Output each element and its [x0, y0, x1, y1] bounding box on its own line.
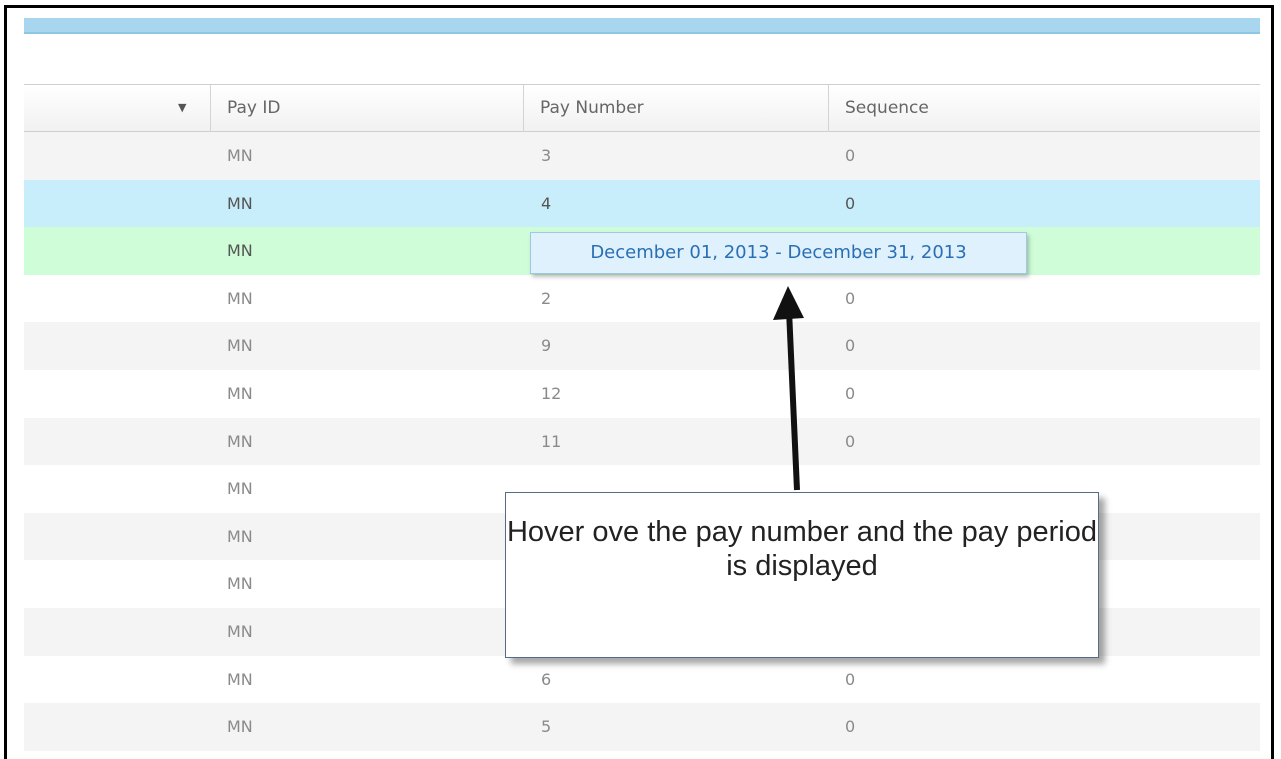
sort-down-icon[interactable]: ▼: [178, 85, 186, 131]
sequence-cell: 0: [845, 288, 856, 308]
pay-number-cell[interactable]: 5: [541, 703, 551, 750]
pay-period-tooltip: December 01, 2013 - December 31, 2013: [530, 232, 1027, 274]
table-row[interactable]: MN 11 0: [24, 417, 1260, 466]
pay-id-cell: MN: [227, 669, 253, 689]
pay-number-cell[interactable]: 2: [541, 275, 551, 322]
pay-number-cell[interactable]: 11: [541, 418, 561, 465]
table-row[interactable]: MN 6 0: [24, 656, 1260, 704]
top-toolbar-bar: [24, 18, 1260, 34]
pay-id-cell: MN: [227, 574, 253, 594]
sequence-cell: 0: [845, 717, 856, 737]
arrow-head: [773, 286, 804, 320]
sequence-cell: 0: [845, 336, 856, 356]
column-header-pay-id[interactable]: Pay ID: [210, 85, 523, 132]
pay-id-cell: MN: [227, 431, 253, 451]
pay-number-cell[interactable]: 6: [541, 656, 551, 703]
sequence-cell: 0: [845, 669, 856, 689]
table-row[interactable]: MN 3 0: [24, 132, 1260, 180]
sequence-cell: 0: [845, 193, 856, 213]
pay-id-cell: MN: [227, 288, 253, 308]
sequence-cell: 0: [845, 383, 856, 403]
column-header-sequence[interactable]: Sequence: [828, 85, 1260, 132]
pay-number-cell[interactable]: 9: [541, 322, 551, 369]
table-row-selected[interactable]: MN 4 0: [24, 179, 1260, 228]
pay-id-cell: MN: [227, 717, 253, 737]
pay-number-cell[interactable]: 4: [541, 180, 551, 227]
annotation-arrow: [773, 286, 804, 491]
sequence-cell: 0: [845, 431, 856, 451]
table-row[interactable]: MN 12 0: [24, 370, 1260, 418]
table-row[interactable]: MN 2 0: [24, 275, 1260, 323]
pay-id-cell: MN: [227, 621, 253, 641]
pay-number-cell[interactable]: 12: [541, 370, 561, 417]
pay-number-cell[interactable]: 3: [541, 132, 551, 179]
pay-id-cell: MN: [227, 336, 253, 356]
pay-id-cell: MN: [227, 241, 253, 261]
annotation-callout: Hover ove the pay number and the pay per…: [505, 492, 1099, 658]
arrow-shaft: [786, 309, 800, 491]
sequence-cell: 0: [845, 146, 856, 165]
table-row[interactable]: MN 5 0: [24, 703, 1260, 751]
pay-id-cell: MN: [227, 526, 253, 546]
column-header-pay-number[interactable]: Pay Number: [523, 85, 828, 132]
table-row[interactable]: MN 9 0: [24, 322, 1260, 370]
grid-header: ▼ Pay ID Pay Number Sequence: [24, 84, 1260, 132]
pay-id-cell: MN: [227, 383, 253, 403]
screenshot-frame: ▼ Pay ID Pay Number Sequence MN 3 0 MN 4…: [4, 5, 1274, 759]
pay-id-cell: MN: [227, 146, 253, 165]
pay-id-cell: MN: [227, 193, 253, 213]
pay-id-cell: MN: [227, 479, 253, 499]
